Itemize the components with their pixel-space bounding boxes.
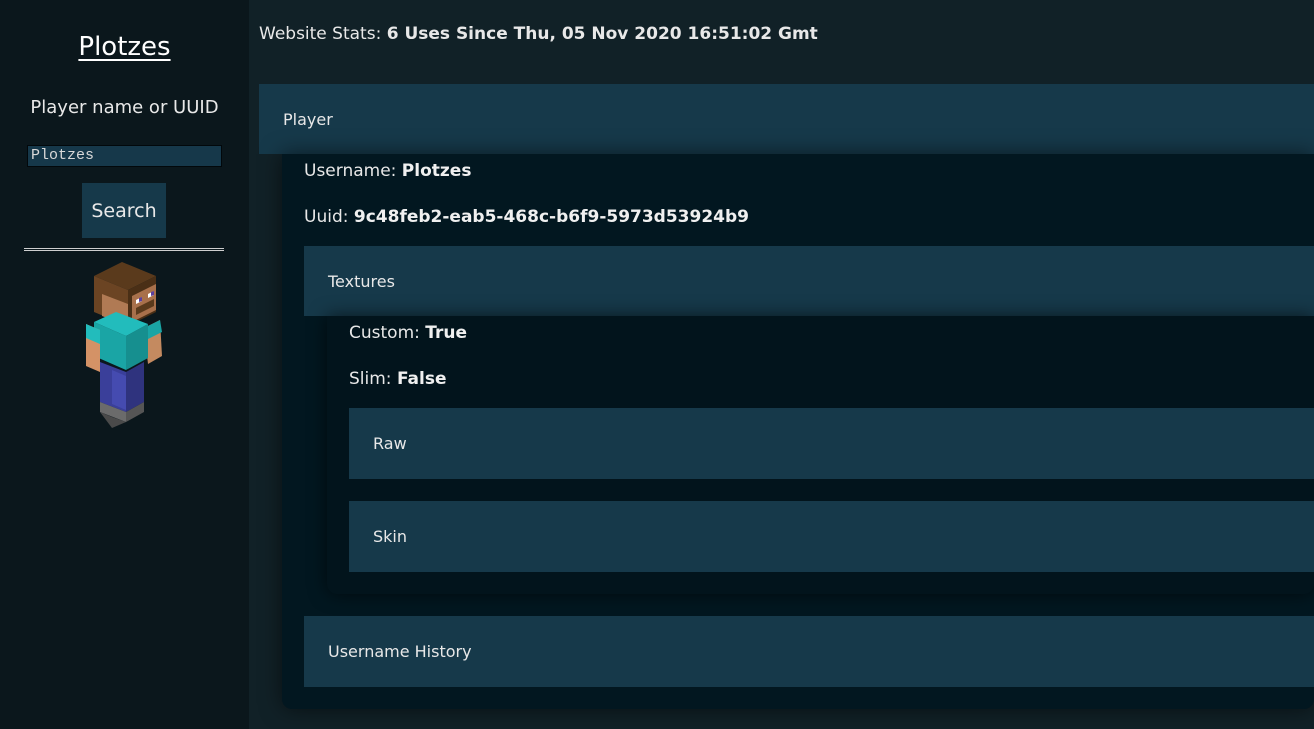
- player-panel-header[interactable]: Player: [259, 84, 1314, 154]
- textures-panel-title: Textures: [328, 271, 395, 291]
- slim-field: Slim: False: [349, 369, 447, 389]
- raw-panel-title: Raw: [373, 434, 407, 453]
- main-content: Website Stats: 6 Uses Since Thu, 05 Nov …: [249, 0, 1314, 729]
- textures-panel-header[interactable]: Textures: [304, 246, 1314, 316]
- custom-label: Custom:: [349, 323, 420, 343]
- username-value: Plotzes: [401, 161, 472, 181]
- sidebar: Plotzes Player name or UUID Search: [0, 0, 249, 729]
- uuid-field: Uuid: 9c48feb2-eab5-468c-b6f9-5973d53924…: [304, 207, 749, 227]
- player-skin-render: [86, 262, 162, 428]
- sidebar-divider: [24, 248, 224, 251]
- custom-field: Custom: True: [349, 323, 467, 343]
- uuid-label: Uuid:: [304, 207, 349, 227]
- stats-value: 6 Uses Since Thu, 05 Nov 2020 16:51:02 G…: [386, 24, 818, 44]
- username-field: Username: Plotzes: [304, 161, 471, 181]
- player-panel-title: Player: [283, 109, 333, 129]
- username-history-panel-header[interactable]: Username History: [304, 616, 1314, 687]
- slim-label: Slim:: [349, 369, 392, 389]
- website-stats: Website Stats: 6 Uses Since Thu, 05 Nov …: [259, 24, 818, 44]
- stats-label: Website Stats:: [259, 24, 382, 44]
- site-title-link[interactable]: Plotzes: [0, 32, 249, 62]
- search-input[interactable]: [27, 145, 222, 167]
- username-label: Username:: [304, 161, 397, 181]
- slim-value: False: [396, 369, 447, 389]
- skin-panel-title: Skin: [373, 527, 408, 546]
- custom-value: True: [425, 323, 468, 343]
- skin-panel-header[interactable]: Skin: [349, 501, 1314, 572]
- uuid-value: 9c48feb2-eab5-468c-b6f9-5973d53924b9: [353, 207, 749, 227]
- username-history-panel-title: Username History: [328, 642, 472, 661]
- raw-panel-header[interactable]: Raw: [349, 408, 1314, 479]
- search-button[interactable]: Search: [82, 183, 166, 238]
- search-label: Player name or UUID: [30, 97, 219, 118]
